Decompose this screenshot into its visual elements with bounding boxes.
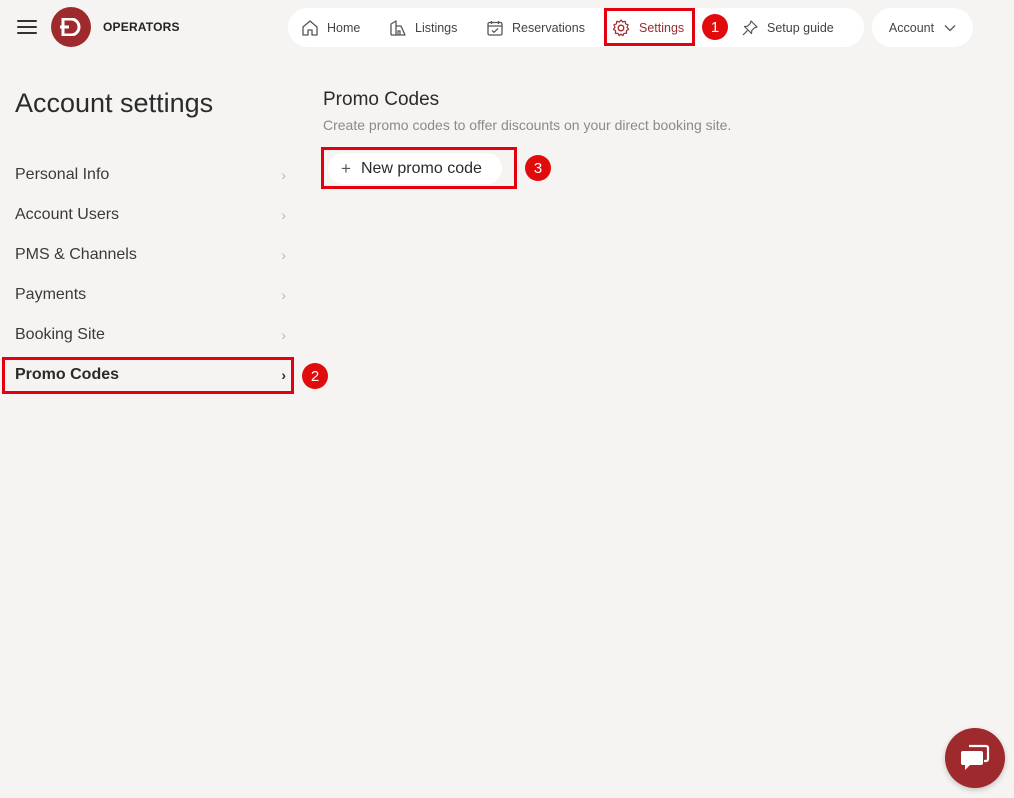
- gear-icon: [612, 18, 630, 36]
- calendar-icon: [487, 20, 503, 36]
- nav-reservations-label: Reservations: [512, 20, 585, 35]
- section-title: Promo Codes: [323, 89, 440, 110]
- sidebar-item-label: Promo Codes: [15, 366, 120, 383]
- home-icon: [302, 19, 318, 36]
- chat-support-button[interactable]: [945, 728, 1005, 788]
- chevron-right-icon: ›: [281, 287, 286, 303]
- sidebar-item-label: Account Users: [15, 206, 120, 223]
- chevron-right-icon: ›: [281, 327, 286, 343]
- new-promo-code-button[interactable]: + New promo code: [328, 153, 502, 184]
- nav-settings[interactable]: Settings: [611, 8, 684, 47]
- logo-d-icon: [60, 18, 81, 36]
- nav-setup-guide-label: Setup guide: [767, 20, 834, 35]
- nav-setup-guide[interactable]: Setup guide: [741, 8, 834, 47]
- step-badge-3: 3: [525, 155, 551, 181]
- app-root: OPERATORS Home Listings Reservations Set…: [0, 0, 1014, 798]
- section-description: Create promo codes to offer discounts on…: [323, 117, 732, 133]
- chat-icon: [961, 744, 990, 770]
- nav-listings-label: Listings: [415, 20, 458, 35]
- page-title: Account settings: [15, 88, 214, 118]
- sidebar-item-label: Booking Site: [15, 326, 105, 343]
- nav-reservations[interactable]: Reservations: [486, 8, 585, 47]
- chevron-right-icon: ›: [281, 207, 286, 223]
- sidebar-item-booking-site[interactable]: Booking Site ›: [15, 324, 288, 346]
- hamburger-menu-icon[interactable]: [17, 20, 37, 34]
- nav-listings[interactable]: Listings: [389, 8, 457, 47]
- step-badge-2: 2: [302, 363, 328, 389]
- brand-logo[interactable]: [51, 7, 91, 47]
- chevron-right-icon: ›: [281, 167, 286, 183]
- chevron-right-icon: ›: [281, 247, 286, 263]
- sidebar-item-account-users[interactable]: Account Users ›: [15, 204, 288, 226]
- new-promo-code-label: New promo code: [360, 159, 482, 177]
- chevron-down-icon: [944, 24, 956, 31]
- chevron-right-icon: ›: [281, 367, 286, 383]
- step-badge-1: 1: [702, 14, 728, 40]
- sidebar-item-label: Payments: [15, 286, 87, 303]
- listings-icon: [390, 19, 406, 36]
- sidebar-item-payments[interactable]: Payments ›: [15, 284, 288, 306]
- pin-icon: [742, 19, 758, 35]
- nav-settings-label: Settings: [639, 20, 685, 35]
- sidebar-item-pms-channels[interactable]: PMS & Channels ›: [15, 244, 288, 266]
- account-menu-button[interactable]: Account: [872, 8, 973, 47]
- brand-name: OPERATORS: [103, 20, 180, 34]
- sidebar-item-promo-codes[interactable]: Promo Codes ›: [15, 364, 288, 386]
- sidebar-item-personal-info[interactable]: Personal Info ›: [15, 164, 288, 186]
- plus-icon: +: [341, 159, 351, 178]
- account-label: Account: [888, 20, 935, 35]
- sidebar-item-label: PMS & Channels: [15, 246, 137, 263]
- sidebar-item-label: Personal Info: [15, 166, 110, 183]
- nav-home-label: Home: [327, 20, 361, 35]
- nav-home[interactable]: Home: [301, 8, 360, 47]
